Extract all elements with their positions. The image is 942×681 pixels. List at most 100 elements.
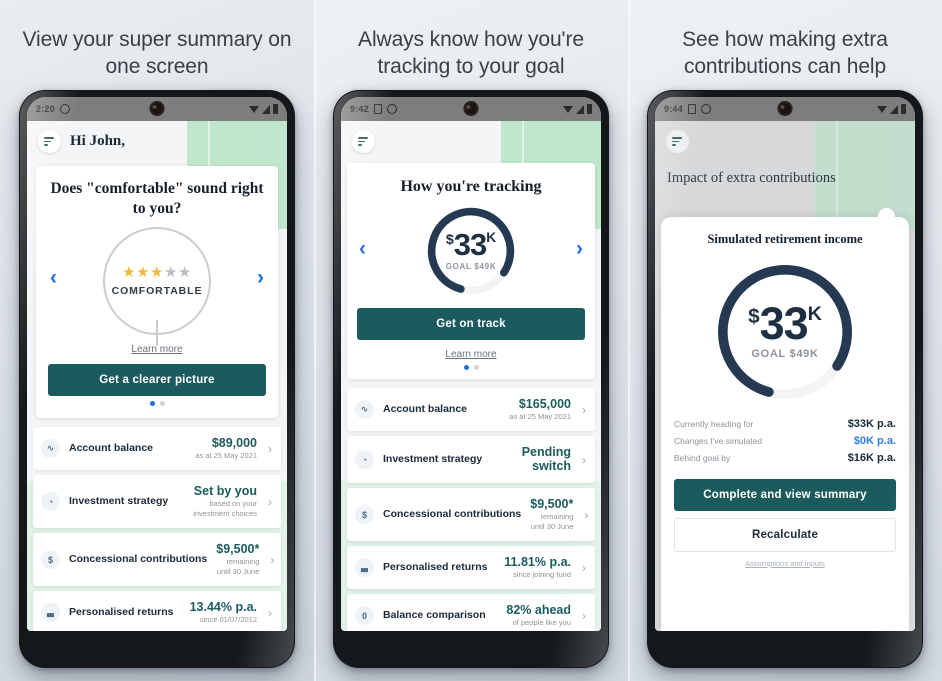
row-value: Set by you <box>193 484 257 498</box>
carousel-dot-active[interactable] <box>149 401 155 406</box>
phone-mockup-2: 9:42 How you're tracking ‹ $ 33 K GOAL $… <box>333 90 609 668</box>
carousel-dot[interactable] <box>159 401 165 406</box>
donut-amount: $33 K <box>445 226 496 262</box>
menu-icon[interactable] <box>666 130 689 153</box>
camera-punch-hole-icon <box>777 101 793 116</box>
carousel-dots[interactable] <box>357 365 585 370</box>
promo-panel-1: View your super summary on one screen 2:… <box>0 0 314 681</box>
chevron-right-icon[interactable]: › <box>582 609 586 623</box>
sheet-corner-handle[interactable] <box>878 208 895 225</box>
learn-more-link[interactable]: Learn more <box>357 349 585 360</box>
status-clock: 9:44 <box>664 104 683 114</box>
phone-2-status-bar: 9:42 <box>341 97 601 121</box>
row-label: Personalised returns <box>383 561 488 573</box>
screenshot-stage: View your super summary on one screen 2:… <box>0 0 942 681</box>
phone-1-top-bar: Hi John, <box>27 121 287 153</box>
menu-icon[interactable] <box>38 130 61 153</box>
battery-icon <box>587 104 592 114</box>
carousel-dots[interactable] <box>48 401 266 406</box>
table-row[interactable]: $ Concessional contributions $9,500* rem… <box>347 488 595 541</box>
row-values: Set by you based on your investment choi… <box>177 484 259 519</box>
chevron-right-icon[interactable]: › <box>582 561 586 575</box>
table-row[interactable]: ▃ Personalised returns 11.81% p.a. since… <box>347 546 595 589</box>
carousel-next-arrow[interactable]: › <box>574 238 585 259</box>
star-icon-filled: ★★★ <box>122 264 164 281</box>
get-on-track-button[interactable]: Get on track <box>357 308 585 340</box>
wifi-icon <box>563 105 573 113</box>
promo-panel-3: See how making extra contributions can h… <box>628 0 942 681</box>
alarm-icon <box>700 104 711 114</box>
row-value: 13.44% p.a. <box>189 600 257 614</box>
amount-value: 33 <box>453 226 487 262</box>
row-subtext: remaining until 30 June <box>530 512 574 531</box>
row-label: Concessional contributions <box>69 553 208 565</box>
battery-icon <box>901 104 906 114</box>
row-values: $165,000 as at 25 May 2021 <box>509 397 573 422</box>
table-row[interactable]: ∿ Account balance $89,000 as at 25 May 2… <box>33 427 281 470</box>
row-value: Pending switch <box>521 445 571 473</box>
phone-1-screen: 2:20 Hi John, Does "comfortable" sound r… <box>27 97 287 631</box>
table-row[interactable]: ◔ Investment strategy Set by you based o… <box>33 475 281 528</box>
assumptions-and-inputs-link[interactable]: Assumptions and inputs <box>674 559 896 568</box>
chevron-right-icon[interactable]: › <box>582 453 586 467</box>
card-title: Does "comfortable" sound right to you? <box>50 180 264 217</box>
summary-list-1: ∿ Account balance $89,000 as at 25 May 2… <box>33 427 281 631</box>
sheet-title: Simulated retirement income <box>707 232 863 246</box>
status-right-1 <box>249 104 278 114</box>
stat-value: $0K p.a. <box>853 435 896 447</box>
dollar-icon: $ <box>355 505 374 524</box>
signal-icon <box>262 104 270 114</box>
row-value: $9,500* <box>530 497 574 511</box>
chevron-right-icon[interactable]: › <box>270 553 274 567</box>
chevron-right-icon[interactable]: › <box>582 403 586 417</box>
carousel-prev-arrow[interactable]: ‹ <box>357 238 368 259</box>
table-row[interactable]: ∿ Account balance $165,000 as at 25 May … <box>347 388 595 431</box>
table-row[interactable]: ◔ Investment strategy Pending switch › <box>347 436 595 483</box>
status-clock: 2:20 <box>36 104 55 114</box>
chevron-right-icon[interactable]: › <box>584 508 588 522</box>
carousel-dot-active[interactable] <box>463 365 469 370</box>
chevron-right-icon[interactable]: › <box>268 606 272 620</box>
row-label: Balance comparison <box>383 609 486 621</box>
row-value: 11.81% p.a. <box>504 555 571 569</box>
recalculate-button[interactable]: Recalculate <box>674 518 896 552</box>
status-left-1: 2:20 <box>36 104 70 114</box>
get-clearer-picture-button[interactable]: Get a clearer picture <box>48 364 266 396</box>
status-right-2 <box>563 104 592 114</box>
carousel-dot[interactable] <box>473 365 479 370</box>
clock-icon: ◔ <box>41 492 60 511</box>
stat-value: $16K p.a. <box>847 452 896 464</box>
phone-mockup-1: 2:20 Hi John, Does "comfortable" sound r… <box>19 90 295 668</box>
row-subtext: as at 25 May 2021 <box>509 412 571 421</box>
phone-3-screen: 9:44 Impact of extra contributions Simul… <box>655 97 915 631</box>
comfort-card: Does "comfortable" sound right to you? ‹… <box>36 166 278 418</box>
camera-punch-hole-icon <box>149 101 165 116</box>
menu-icon[interactable] <box>352 130 375 153</box>
dollar-icon: $ <box>41 550 60 569</box>
stat-value: $33K p.a. <box>847 418 896 430</box>
tracking-donut-chart: $33 K GOAL $49K <box>423 203 519 299</box>
simulation-stats: Currently heading for $33K p.a. Changes … <box>674 418 896 464</box>
goal-label: GOAL $49K <box>751 348 819 361</box>
line-chart-icon: ∿ <box>41 439 60 458</box>
table-row[interactable]: 0 Balance comparison 82% ahead of people… <box>347 594 595 631</box>
row-values: $89,000 as at 25 May 2021 <box>195 436 259 461</box>
row-value: 82% ahead <box>506 603 571 617</box>
row-label: Account balance <box>383 403 468 415</box>
carousel-next-arrow[interactable]: › <box>255 267 266 288</box>
carousel-prev-arrow[interactable]: ‹ <box>48 267 59 288</box>
chevron-right-icon[interactable]: › <box>268 495 272 509</box>
comfort-dial: ★★★★★ COMFORTABLE <box>103 227 211 346</box>
panel-2-caption: Always know how you're tracking to your … <box>358 28 584 78</box>
table-row[interactable]: $ Concessional contributions $9,500* rem… <box>33 533 281 586</box>
table-row[interactable]: ▃ Personalised returns 13.44% p.a. since… <box>33 591 281 631</box>
signal-icon <box>576 104 584 114</box>
phone-mockup-3: 9:44 Impact of extra contributions Simul… <box>647 90 923 668</box>
currency-symbol: $ <box>445 231 454 248</box>
line-chart-icon: ∿ <box>355 400 374 419</box>
row-value: $9,500* <box>216 542 260 556</box>
camera-punch-hole-icon <box>463 101 479 116</box>
tracking-card: How you're tracking ‹ $33 K GOAL $49K › … <box>347 163 595 379</box>
complete-and-view-summary-button[interactable]: Complete and view summary <box>674 479 896 511</box>
chevron-right-icon[interactable]: › <box>268 442 272 456</box>
